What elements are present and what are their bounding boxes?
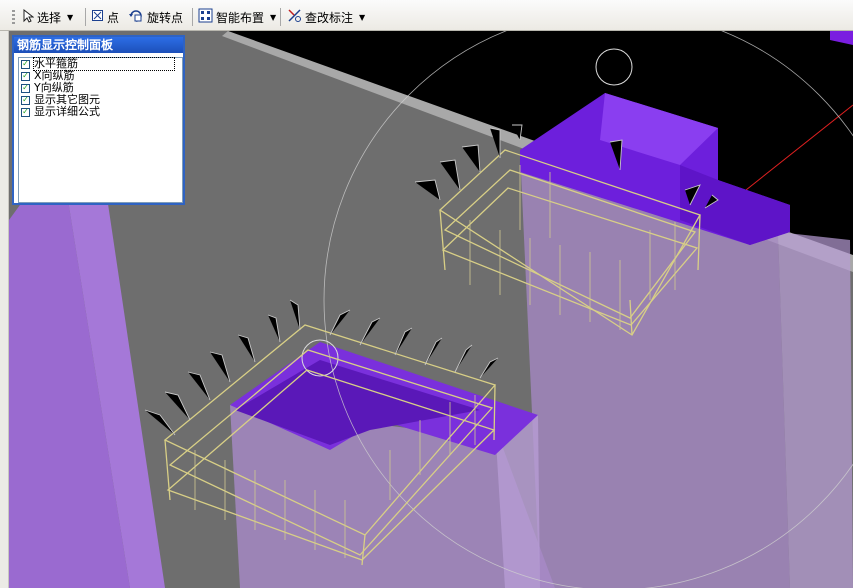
edit-annotation-icon xyxy=(287,8,302,26)
checkmark-icon[interactable]: ✓ xyxy=(21,83,30,93)
chevron-down-icon[interactable]: ▼ xyxy=(270,13,276,22)
toolbar-separator xyxy=(85,8,86,26)
left-splitter[interactable] xyxy=(0,31,9,588)
chevron-down-icon[interactable]: ▼ xyxy=(67,13,73,22)
point-box-icon xyxy=(91,9,104,25)
chevron-down-icon[interactable]: ▼ xyxy=(359,13,365,22)
rebar-display-panel: 钢筋显示控制面板 ✓ 水平箍筋 ✓ X向纵筋 ✓ Y向纵筋 ✓ 显示其它图元 ✓… xyxy=(12,35,185,205)
smart-layout-icon xyxy=(198,8,213,26)
smart-layout-label: 智能布置 xyxy=(216,10,265,25)
select-label: 选择 xyxy=(37,10,62,25)
checkmark-icon[interactable]: ✓ xyxy=(21,95,30,105)
checkbox-show-detailed-formula[interactable]: ✓ 显示详细公式 xyxy=(19,106,182,118)
checkmark-icon[interactable]: ✓ xyxy=(21,71,30,81)
edit-annotation-label: 查改标注 xyxy=(305,10,354,25)
smart-layout-button[interactable]: 智能布置 ▼ xyxy=(198,7,276,27)
toolbar-separator xyxy=(192,8,193,26)
toolbar: 选择 ▼ 点 旋转点 智能布置 ▼ 查改标注 ▼ xyxy=(0,0,853,31)
cursor-arrow-icon xyxy=(22,8,35,26)
point-label: 点 xyxy=(107,10,120,25)
rotate-point-icon xyxy=(128,8,144,27)
upper-column-side xyxy=(778,232,853,588)
rotate-point-label: 旋转点 xyxy=(147,10,184,25)
rotate-point-button[interactable]: 旋转点 xyxy=(128,7,183,27)
toolbar-grip[interactable] xyxy=(12,10,15,24)
edit-annotation-button[interactable]: 查改标注 ▼ xyxy=(287,7,365,27)
point-button[interactable]: 点 xyxy=(91,7,119,27)
toolbar-separator xyxy=(280,8,281,26)
checkmark-icon[interactable]: ✓ xyxy=(21,107,30,117)
checkbox-list: ✓ 水平箍筋 ✓ X向纵筋 ✓ Y向纵筋 ✓ 显示其它图元 ✓ 显示详细公式 xyxy=(18,57,183,203)
select-button[interactable]: 选择 ▼ xyxy=(22,7,73,27)
checkmark-icon[interactable]: ✓ xyxy=(21,59,30,69)
panel-title: 钢筋显示控制面板 xyxy=(14,37,183,53)
